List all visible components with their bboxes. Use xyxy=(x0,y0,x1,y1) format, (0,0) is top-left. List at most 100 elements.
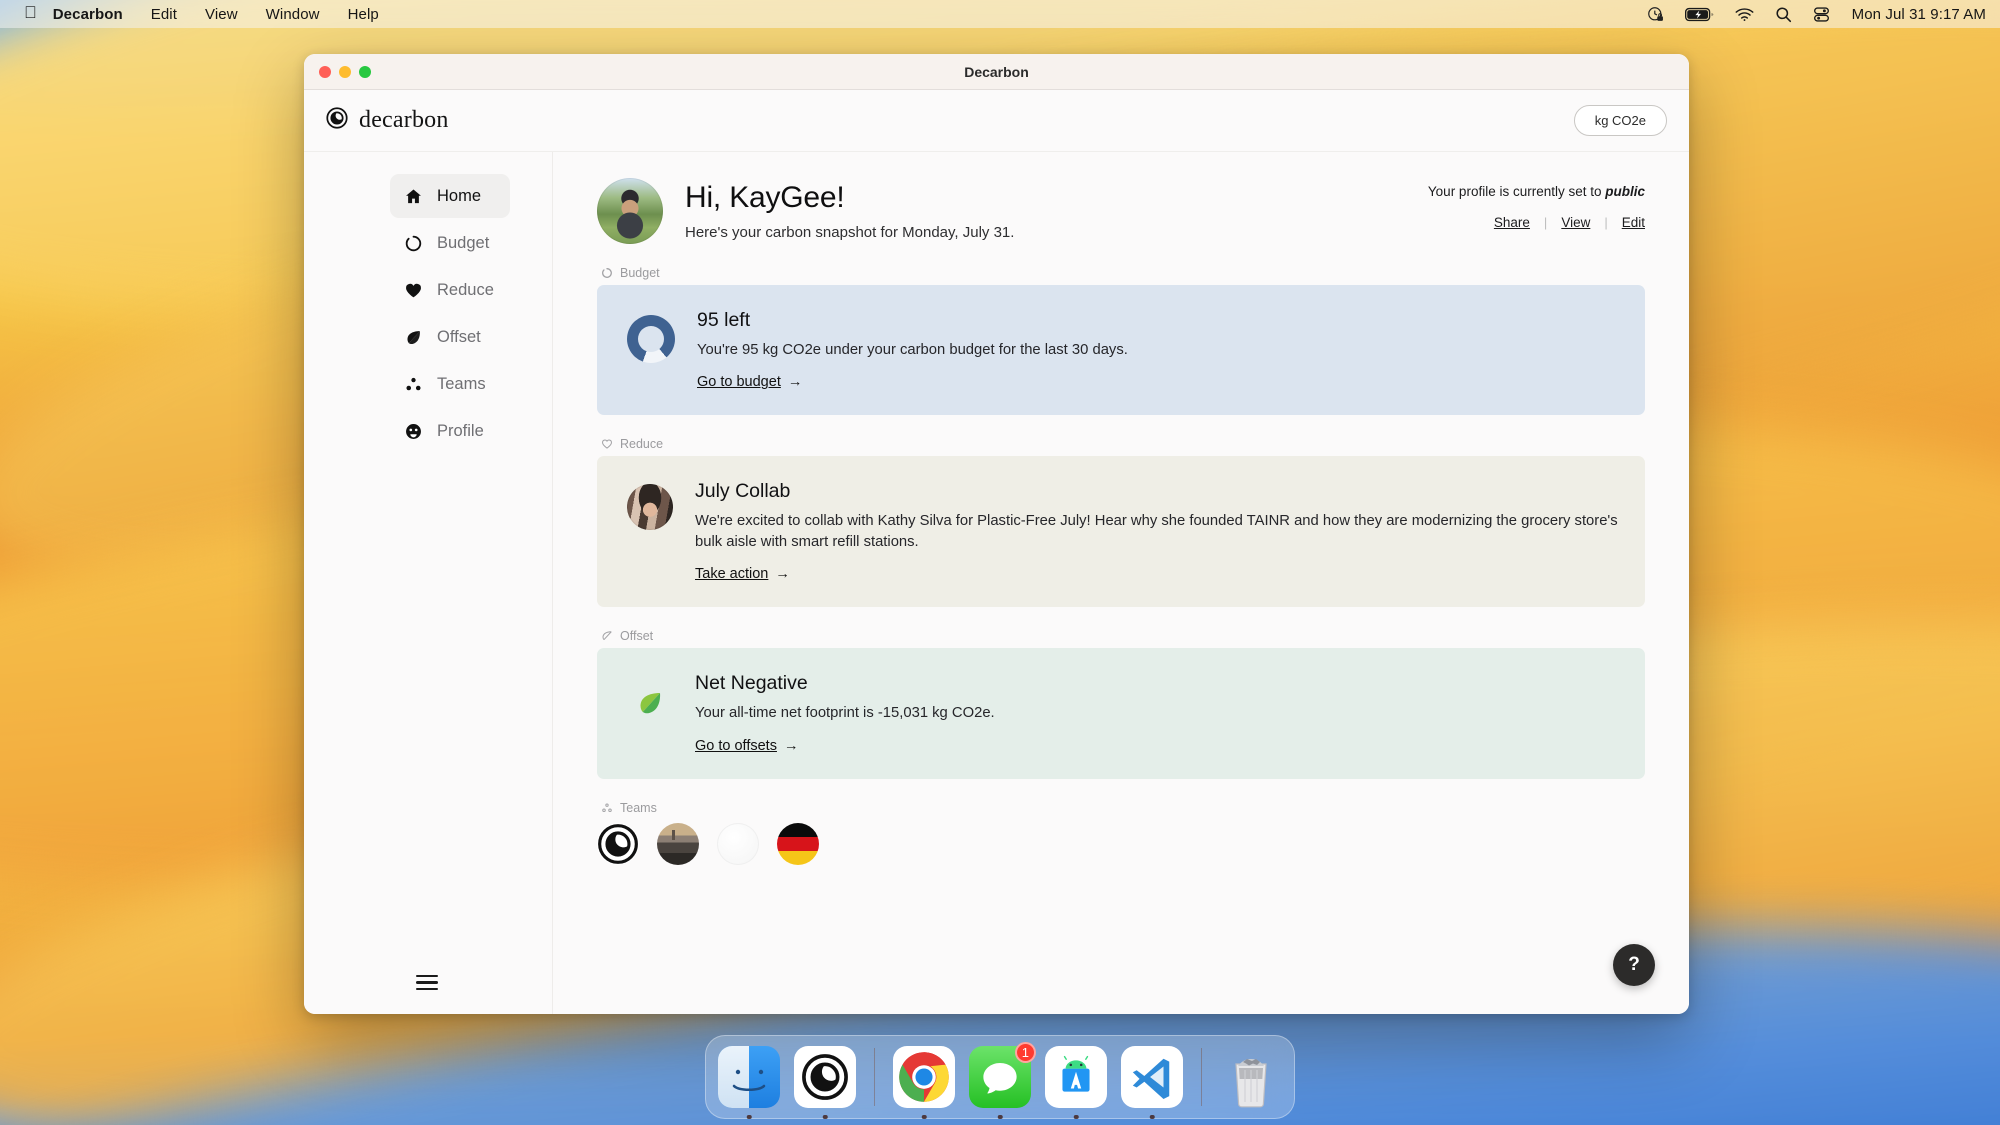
profile-visibility-value: public xyxy=(1605,184,1645,199)
search-icon[interactable] xyxy=(1775,6,1792,23)
team-avatar-blank[interactable] xyxy=(717,822,759,865)
sidebar-item-teams[interactable]: Teams xyxy=(390,362,510,406)
running-indicator xyxy=(1073,1114,1079,1119)
hamburger-bar xyxy=(416,987,438,990)
sidebar-item-budget[interactable]: Budget xyxy=(390,221,510,265)
dock-item-chrome[interactable] xyxy=(893,1046,955,1119)
menu-item-edit[interactable]: Edit xyxy=(151,6,177,23)
chrome-icon xyxy=(893,1046,955,1108)
greeting-subtitle: Here's your carbon snapshot for Monday, … xyxy=(685,224,1015,241)
budget-card[interactable]: 95 left You're 95 kg CO2e under your car… xyxy=(597,285,1645,416)
messages-badge: 1 xyxy=(1014,1042,1036,1063)
sidebar-item-label: Home xyxy=(437,186,482,205)
control-center-icon[interactable] xyxy=(1813,6,1830,23)
hamburger-bar xyxy=(416,974,438,977)
sidebar: Home Budget Reduce Offset Teams Profile xyxy=(304,152,553,1014)
running-indicator xyxy=(822,1114,828,1119)
team-avatar-germany[interactable] xyxy=(777,822,819,865)
main-content: Hi, KayGee! Here's your carbon snapshot … xyxy=(553,152,1689,1014)
hamburger-bar xyxy=(416,981,438,984)
brand[interactable]: decarbon xyxy=(326,107,449,134)
wifi-icon[interactable] xyxy=(1735,7,1754,22)
section-label-text: Budget xyxy=(620,266,660,280)
budget-card-body: 95 left You're 95 kg CO2e under your car… xyxy=(697,307,1619,391)
budget-card-title: 95 left xyxy=(697,309,751,331)
sidebar-item-label: Teams xyxy=(437,374,486,393)
macos-dock: 1 xyxy=(705,1035,1295,1119)
greeting-text: Hi, KayGee! Here's your carbon snapshot … xyxy=(685,181,1014,241)
screen-recording-privacy-icon[interactable] xyxy=(1647,6,1664,23)
go-to-offsets-label: Go to offsets xyxy=(695,737,777,754)
dock-item-decarbon[interactable] xyxy=(794,1046,856,1119)
dock-item-finder[interactable] xyxy=(718,1046,780,1119)
team-avatar-decarbon[interactable] xyxy=(597,822,639,865)
menu-item-help[interactable]: Help xyxy=(348,6,379,23)
go-to-offsets-link[interactable]: Go to offsets → xyxy=(695,738,798,754)
menu-item-window[interactable]: Window xyxy=(266,6,320,23)
decarbon-app-window: Decarbon decarbon kg CO2e Home Budget Re… xyxy=(304,54,1689,1014)
offset-card-text: Your all-time net footprint is -15,031 k… xyxy=(695,705,995,722)
view-link[interactable]: View xyxy=(1561,215,1590,230)
budget-donut-chart xyxy=(627,315,675,363)
profile-visibility-prefix: Your profile is currently set to xyxy=(1427,184,1606,199)
budget-progress-icon xyxy=(403,233,423,253)
team-avatar-photo[interactable] xyxy=(657,822,699,865)
section-label-reduce: Reduce xyxy=(600,437,1645,451)
take-action-link[interactable]: Take action → xyxy=(695,566,790,582)
offset-card-title: Net Negative xyxy=(695,672,808,695)
teams-avatar-row xyxy=(597,822,1645,865)
finder-icon xyxy=(718,1046,780,1108)
section-label-text: Teams xyxy=(620,800,657,815)
dock-item-vscode[interactable] xyxy=(1121,1046,1183,1119)
link-divider: | xyxy=(1543,215,1548,230)
heart-outline-icon xyxy=(600,438,613,451)
hamburger-icon[interactable] xyxy=(304,971,552,995)
go-to-budget-link[interactable]: Go to budget → xyxy=(697,374,802,390)
budget-card-text: You're 95 kg CO2e under your carbon budg… xyxy=(697,342,1128,358)
greeting-row: Hi, KayGee! Here's your carbon snapshot … xyxy=(597,178,1645,244)
offset-card[interactable]: Net Negative Your all-time net footprint… xyxy=(597,648,1645,779)
dock-item-trash[interactable] xyxy=(1220,1046,1282,1108)
heart-icon xyxy=(403,280,423,300)
sidebar-item-home[interactable]: Home xyxy=(390,174,510,218)
user-avatar[interactable] xyxy=(597,178,663,244)
arrow-right-icon: → xyxy=(783,737,799,754)
help-button[interactable]: ? xyxy=(1613,944,1655,986)
running-indicator xyxy=(997,1114,1003,1119)
sidebar-item-offset[interactable]: Offset xyxy=(390,315,510,359)
section-label-text: Reduce xyxy=(620,437,664,452)
app-body: Home Budget Reduce Offset Teams Profile … xyxy=(304,152,1689,1014)
reduce-card-body: July Collab We're excited to collab with… xyxy=(695,478,1619,583)
arrow-right-icon: → xyxy=(787,374,803,391)
running-indicator xyxy=(921,1114,927,1119)
section-label-teams: Teams xyxy=(600,801,1645,815)
reduce-card[interactable]: July Collab We're excited to collab with… xyxy=(597,456,1645,608)
go-to-budget-label: Go to budget xyxy=(697,374,781,391)
sidebar-item-reduce[interactable]: Reduce xyxy=(390,268,510,312)
hamburger-bars xyxy=(416,974,438,990)
dock-item-messages[interactable]: 1 xyxy=(969,1042,1036,1119)
running-indicator xyxy=(746,1114,752,1119)
dock-item-android-studio[interactable] xyxy=(1045,1046,1107,1119)
leaf-icon xyxy=(627,680,673,726)
sidebar-item-profile[interactable]: Profile xyxy=(390,409,510,453)
teams-dots-icon xyxy=(403,374,423,394)
window-title: Decarbon xyxy=(964,63,1029,80)
menu-item-view[interactable]: View xyxy=(205,6,238,23)
section-label-budget: Budget xyxy=(600,266,1645,280)
share-link[interactable]: Share xyxy=(1494,215,1530,230)
menu-item-decarbon[interactable]: Decarbon xyxy=(53,6,123,23)
apple-icon[interactable]:  xyxy=(24,3,37,23)
kathy-silva-avatar xyxy=(627,484,673,531)
macos-menu-bar:  Decarbon Edit View Window Help xyxy=(0,0,2000,28)
edit-link[interactable]: Edit xyxy=(1622,215,1645,230)
battery-charging-icon[interactable] xyxy=(1684,7,1714,22)
trash-icon xyxy=(1220,1046,1282,1108)
profile-visibility: Your profile is currently set to public … xyxy=(1428,178,1645,230)
desktop:  Decarbon Edit View Window Help xyxy=(0,0,2000,1125)
dock-separator xyxy=(1201,1048,1202,1106)
window-titlebar: Decarbon xyxy=(304,54,1689,90)
section-label-text: Offset xyxy=(620,629,654,644)
menu-bar-clock[interactable]: Mon Jul 31 9:17 AM xyxy=(1852,6,1986,23)
unit-toggle-button[interactable]: kg CO2e xyxy=(1573,105,1667,136)
